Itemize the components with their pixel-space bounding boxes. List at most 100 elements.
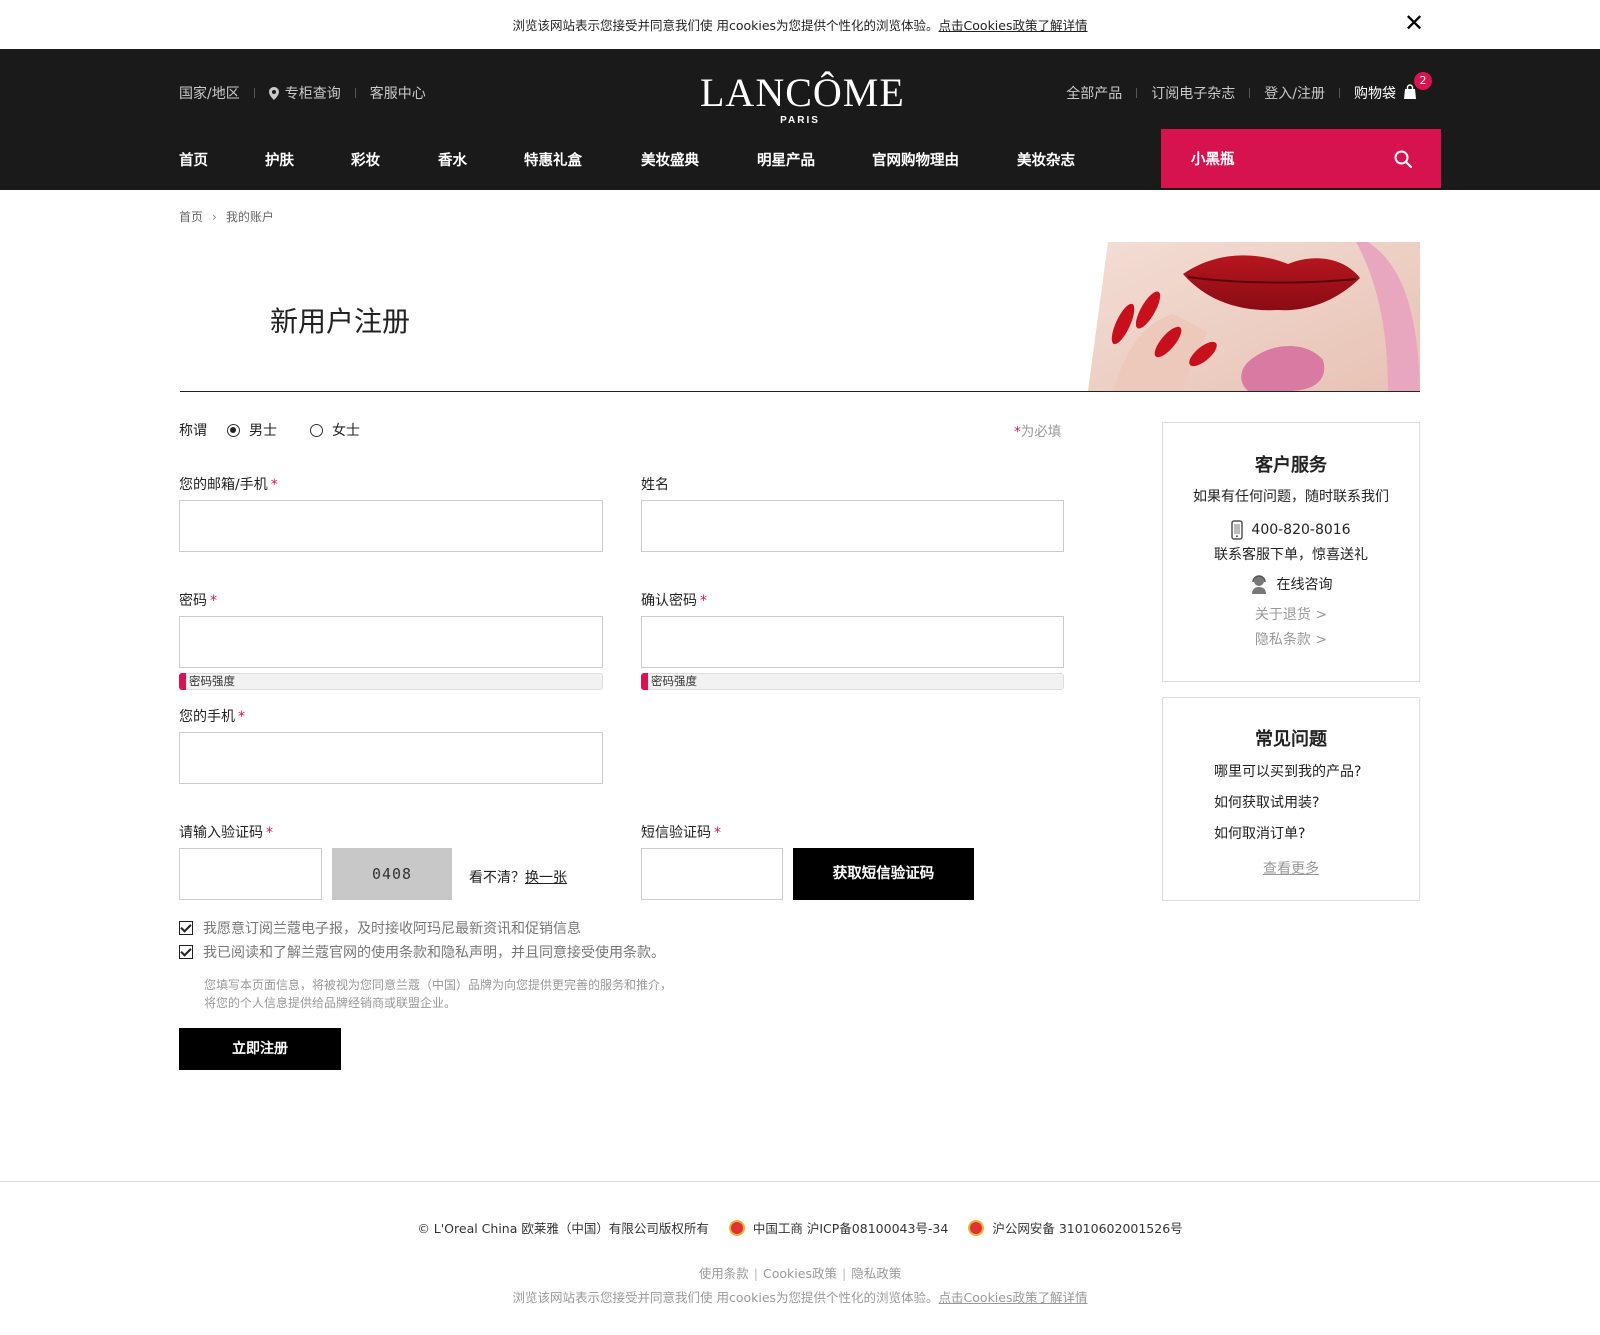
search-bar	[1161, 129, 1441, 188]
cookies-policy-link[interactable]: Cookies政策	[763, 1266, 837, 1281]
nav-item-gift-sets[interactable]: 特惠礼盒	[524, 149, 582, 170]
required-asterisk: *	[1014, 424, 1021, 440]
terms-consent-text: 我已阅读和了解兰蔻官网的使用条款和隐私声明，并且同意接受使用条款。	[203, 945, 665, 961]
divider	[1339, 88, 1340, 98]
nav-item-skincare[interactable]: 护肤	[265, 149, 294, 170]
cookie-policy-link[interactable]: 点击Cookies政策了解详情	[939, 18, 1088, 33]
privacy-terms-link[interactable]: 隐私条款 >	[1163, 629, 1419, 649]
password-field[interactable]	[179, 616, 603, 668]
required-note-text: 为必填	[1020, 424, 1062, 440]
register-button[interactable]: 立即注册	[179, 1028, 341, 1070]
nav-item-beauty-festival[interactable]: 美妆盛典	[641, 149, 699, 170]
faq-panel: 常见问题 哪里可以买到我的产品? 如何获取试用装? 如何取消订单? 查看更多	[1162, 697, 1420, 901]
sms-label-text: 短信验证码	[641, 825, 711, 841]
name-field[interactable]	[641, 500, 1064, 552]
nav-item-makeup[interactable]: 彩妆	[351, 149, 380, 170]
salutation-mr-label: 男士	[249, 423, 277, 439]
radio-checked-icon	[227, 423, 240, 437]
utility-nav-left: 国家/地区 专柜查询 客服中心	[179, 83, 426, 103]
sms-code-label: 短信验证码 *	[641, 822, 721, 842]
captcha-refresh: 看不清？换一张	[469, 867, 567, 887]
logo-subtitle: PARIS	[780, 115, 820, 126]
search-input[interactable]	[1191, 129, 1391, 188]
newsletter-checkbox[interactable]	[179, 921, 193, 935]
online-chat[interactable]: 在线咨询	[1163, 574, 1419, 594]
get-sms-code-button[interactable]: 获取短信验证码	[793, 848, 974, 900]
required-asterisk: *	[238, 709, 245, 725]
police-registration[interactable]: 沪公网安备 31010602001526号	[992, 1218, 1182, 1237]
customer-service-title: 客户服务	[1255, 455, 1327, 476]
icp-license[interactable]: 中国工商 沪ICP备08100043号-34	[753, 1218, 948, 1237]
login-register-link[interactable]: 登入/注册	[1264, 83, 1325, 103]
footer-divider	[0, 1181, 1600, 1182]
main-nav: 首页 护肤 彩妆 香水 特惠礼盒 美妆盛典 明星产品 官网购物理由 美妆杂志	[179, 129, 1075, 190]
captcha-unclear-text: 看不清？	[469, 870, 525, 886]
nav-item-why-shop[interactable]: 官网购物理由	[872, 149, 959, 170]
customer-service-subtitle: 如果有任何问题，随时联系我们	[1193, 489, 1389, 505]
captcha-refresh-link[interactable]: 换一张	[525, 870, 567, 886]
returns-link[interactable]: 关于退货 >	[1163, 604, 1419, 624]
brand-logo[interactable]: LANCÔME PARIS	[700, 70, 905, 127]
password-strength-label: 密码强度	[189, 674, 235, 688]
divider	[1249, 88, 1251, 98]
salutation-ms-radio[interactable]: 女士	[310, 420, 360, 440]
footer-cookie-link[interactable]: 点击Cookies政策了解详情	[939, 1290, 1088, 1305]
site-header: 国家/地区 专柜查询 客服中心 LANCÔME PARIS 全部产品 订阅电子杂…	[0, 49, 1600, 190]
footer-legal: © L'Oreal China 欧莱雅（中国）有限公司版权所有 中国工商 沪IC…	[0, 1218, 1600, 1237]
faq-more-link[interactable]: 查看更多	[1163, 858, 1419, 878]
nav-item-magazine[interactable]: 美妆杂志	[1017, 149, 1075, 170]
nav-item-star-products[interactable]: 明星产品	[757, 149, 815, 170]
cart-icon-container[interactable]: 2	[1402, 72, 1432, 102]
customer-service-link[interactable]: 客服中心	[370, 83, 426, 103]
captcha-label-text: 请输入验证码	[179, 825, 263, 841]
divider: |	[841, 1266, 847, 1281]
privacy-note: 您填写本页面信息，将被视为您同意兰蔻（中国）品牌为向您提供更完善的服务和推介， …	[204, 976, 724, 1012]
confirm-password-field[interactable]	[641, 616, 1064, 668]
chevron-right-icon: ›	[212, 209, 217, 224]
online-chat-label: 在线咨询	[1276, 577, 1333, 593]
salutation-ms-label: 女士	[332, 423, 360, 439]
lips-hero-image	[1088, 242, 1420, 391]
nav-item-fragrance[interactable]: 香水	[438, 149, 467, 170]
phone-label: 您的手机 *	[179, 706, 245, 726]
terms-checkbox[interactable]	[179, 945, 193, 959]
nav-item-home[interactable]: 首页	[179, 149, 208, 170]
password-label: 密码 *	[179, 590, 217, 610]
logo-wordmark: LANCÔME	[700, 70, 905, 115]
search-icon[interactable]	[1393, 149, 1413, 169]
hotline: 400-820-8016	[1163, 520, 1419, 540]
breadcrumb: 首页 › 我的账户	[179, 208, 274, 225]
captcha-image[interactable]: 0408	[332, 848, 452, 900]
privacy-policy-link[interactable]: 隐私政策	[851, 1266, 901, 1281]
footer-cookie-notice: 浏览该网站表示您接受并同意我们使 用cookies为您提供个性化的浏览体验。点击…	[0, 1287, 1600, 1306]
hotline-number[interactable]: 400-820-8016	[1251, 522, 1350, 538]
chat-agent-icon	[1251, 575, 1266, 594]
all-products-link[interactable]: 全部产品	[1066, 83, 1122, 103]
sms-code-field[interactable]	[641, 848, 783, 900]
store-locator-link[interactable]: 专柜查询	[285, 83, 341, 103]
confirm-password-strength-label: 密码强度	[651, 674, 697, 688]
salutation-group: 称谓 男士 女士	[179, 420, 360, 440]
terms-consent: 我已阅读和了解兰蔻官网的使用条款和隐私声明，并且同意接受使用条款。	[179, 942, 665, 962]
newsletter-link[interactable]: 订阅电子杂志	[1151, 83, 1235, 103]
phone-field[interactable]	[179, 732, 603, 784]
faq-question[interactable]: 哪里可以买到我的产品?	[1163, 761, 1419, 781]
utility-nav-right: 全部产品 订阅电子杂志 登入/注册 购物袋 2	[1066, 72, 1432, 103]
privacy-note-line-1: 您填写本页面信息，将被视为您同意兰蔻（中国）品牌为向您提供更完善的服务和推介，	[204, 978, 673, 992]
breadcrumb-home[interactable]: 首页	[179, 208, 203, 225]
required-asterisk: *	[270, 477, 278, 493]
breadcrumb-account: 我的账户	[225, 210, 274, 224]
cart-link[interactable]: 购物袋	[1354, 83, 1396, 103]
close-icon[interactable]: ✕	[1402, 10, 1426, 36]
customer-service-panel: 客户服务 如果有任何问题，随时联系我们 400-820-8016 联系客服下单，…	[1162, 422, 1420, 682]
captcha-field[interactable]	[179, 848, 322, 900]
salutation-mr-radio[interactable]: 男士	[227, 420, 277, 440]
terms-of-use-link[interactable]: 使用条款	[699, 1266, 749, 1281]
captcha-label: 请输入验证码 *	[179, 822, 273, 842]
faq-question[interactable]: 如何获取试用装?	[1163, 792, 1419, 812]
email-field[interactable]	[179, 500, 603, 552]
faq-question[interactable]: 如何取消订单?	[1163, 823, 1419, 843]
cookie-message: 浏览该网站表示您接受并同意我们使 用cookies为您提供个性化的浏览体验。	[512, 18, 939, 33]
country-region-link[interactable]: 国家/地区	[179, 83, 240, 103]
faq-title: 常见问题	[1255, 729, 1327, 750]
